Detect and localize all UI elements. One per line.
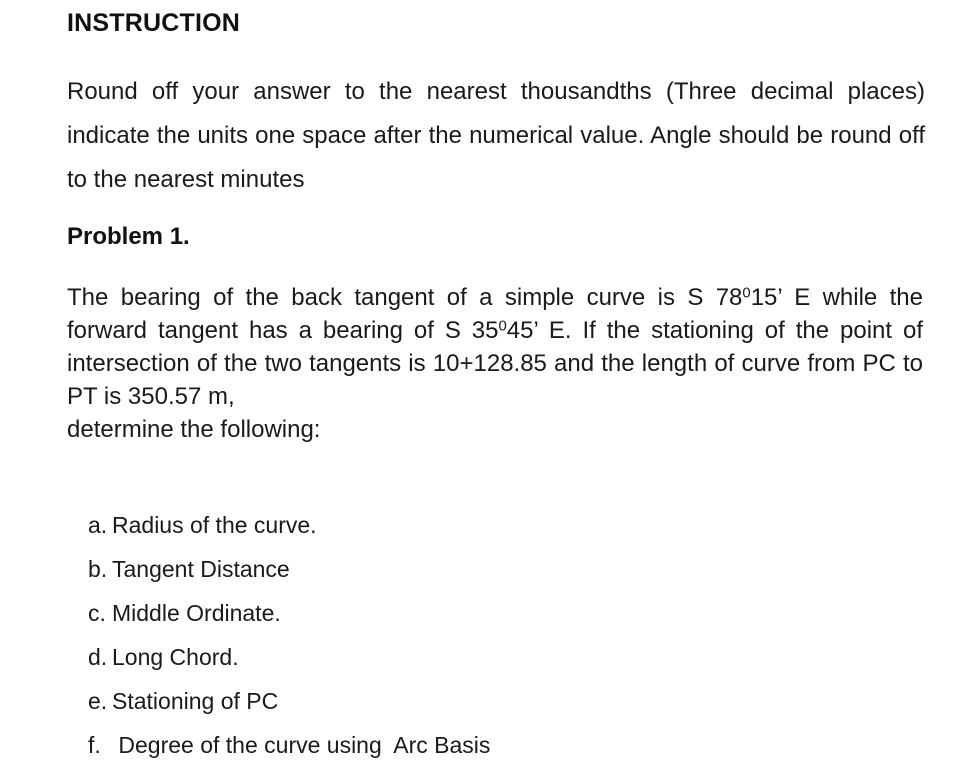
list-item-marker: e. xyxy=(88,688,108,714)
list-item: a. Radius of the curve. xyxy=(88,503,908,547)
problem-text-segment-a: The bearing of the back tangent of a sim… xyxy=(67,284,743,311)
list-item-label: Tangent Distance xyxy=(112,556,290,582)
list-item: e. Stationing of PC xyxy=(88,679,908,723)
list-item-marker: a. xyxy=(88,512,108,538)
problem-label: Problem 1. xyxy=(67,223,190,250)
list-item-label: Stationing of PC xyxy=(112,688,279,714)
list-item-marker: c. xyxy=(88,600,106,626)
problem-statement-closing-line: determine the following: xyxy=(67,416,321,443)
instruction-paragraph: Round off your answer to the nearest tho… xyxy=(67,78,925,193)
list-item: d. Long Chord. xyxy=(88,635,908,679)
problem-statement-block: The bearing of the back tangent of a sim… xyxy=(67,281,923,446)
degree-superscript-back-tangent: 0 xyxy=(742,285,751,302)
list-item-marker: d. xyxy=(88,644,108,670)
page-title: INSTRUCTION xyxy=(67,9,241,37)
document-page: INSTRUCTION Round off your answer to the… xyxy=(0,0,979,783)
degree-superscript-forward-tangent: 0 xyxy=(498,318,507,335)
list-item-marker: b. xyxy=(88,556,108,582)
instruction-paragraph-block: Round off your answer to the nearest tho… xyxy=(67,70,925,202)
list-item-label: Long Chord. xyxy=(112,644,239,670)
list-item-label: Middle Ordinate. xyxy=(112,600,281,626)
list-item: b. Tangent Distance xyxy=(88,547,908,591)
list-item-label: Degree of the curve using Arc Basis xyxy=(112,732,491,758)
list-item: c. Middle Ordinate. xyxy=(88,591,908,635)
list-item-marker: f. xyxy=(88,732,101,758)
problem-statement: The bearing of the back tangent of a sim… xyxy=(67,281,923,413)
question-list: a. Radius of the curve. b. Tangent Distance… xyxy=(88,503,908,767)
list-item: f. Degree of the curve using Arc Basis xyxy=(88,723,908,767)
list-item-label: Radius of the curve. xyxy=(112,512,317,538)
